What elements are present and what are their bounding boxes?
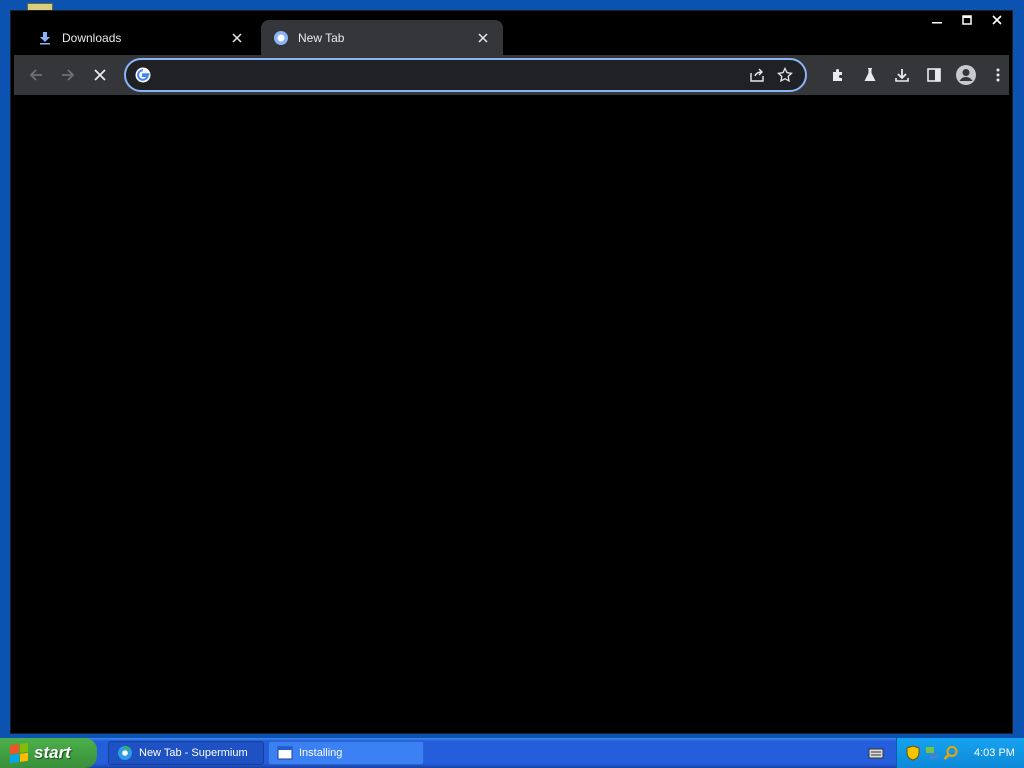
kebab-menu-icon[interactable] (984, 61, 1012, 89)
close-tab-icon[interactable] (475, 30, 491, 46)
google-g-icon (134, 66, 152, 84)
network-icon[interactable] (924, 745, 940, 761)
download-icon[interactable] (888, 61, 916, 89)
close-tab-icon[interactable] (229, 30, 245, 46)
omnibox[interactable] (124, 58, 807, 92)
profile-avatar-icon[interactable] (952, 61, 980, 89)
star-icon[interactable] (771, 61, 799, 89)
tab-downloads[interactable]: Downloads (25, 20, 257, 55)
taskbar-item-supermium[interactable]: New Tab - Supermium (108, 741, 264, 765)
system-tray: 4:03 PM (896, 738, 1024, 768)
address-input[interactable] (160, 61, 743, 89)
close-icon[interactable] (982, 11, 1012, 29)
clock[interactable]: 4:03 PM (974, 747, 1015, 759)
taskbar-item-label: Installing (299, 747, 343, 759)
side-panel-icon[interactable] (920, 61, 948, 89)
window-controls (922, 11, 1012, 31)
flask-icon[interactable] (856, 61, 884, 89)
download-icon (37, 30, 53, 46)
tab-label: Downloads (62, 30, 122, 45)
supermium-icon (117, 745, 133, 761)
tab-strip: Downloads New Tab (11, 11, 1012, 55)
minimize-icon[interactable] (922, 11, 952, 29)
page-content[interactable] (11, 95, 1012, 733)
start-button[interactable]: start (0, 738, 97, 768)
chrome-newtab-icon (273, 30, 289, 46)
start-label: start (34, 743, 71, 762)
back-arrow-icon[interactable] (22, 61, 50, 89)
taskbar: start New Tab - Supermium Installing 4:0… (0, 738, 1024, 768)
browser-window: Downloads New Tab (10, 10, 1013, 734)
maximize-icon[interactable] (952, 11, 982, 29)
windows-flag-icon (10, 742, 28, 764)
tab-label: New Tab (298, 30, 345, 45)
keyboard-icon[interactable] (868, 745, 884, 761)
window-icon (277, 745, 293, 761)
taskbar-item-label: New Tab - Supermium (139, 747, 248, 759)
tab-new-tab[interactable]: New Tab (261, 20, 503, 55)
security-shield-icon[interactable] (905, 745, 921, 761)
search-icon[interactable] (943, 745, 959, 761)
share-icon[interactable] (743, 61, 771, 89)
stop-loading-icon[interactable] (86, 61, 114, 89)
puzzle-piece-icon[interactable] (824, 61, 852, 89)
taskbar-item-installing[interactable]: Installing (268, 741, 424, 765)
forward-arrow-icon[interactable] (54, 61, 82, 89)
browser-toolbar (14, 55, 1009, 95)
